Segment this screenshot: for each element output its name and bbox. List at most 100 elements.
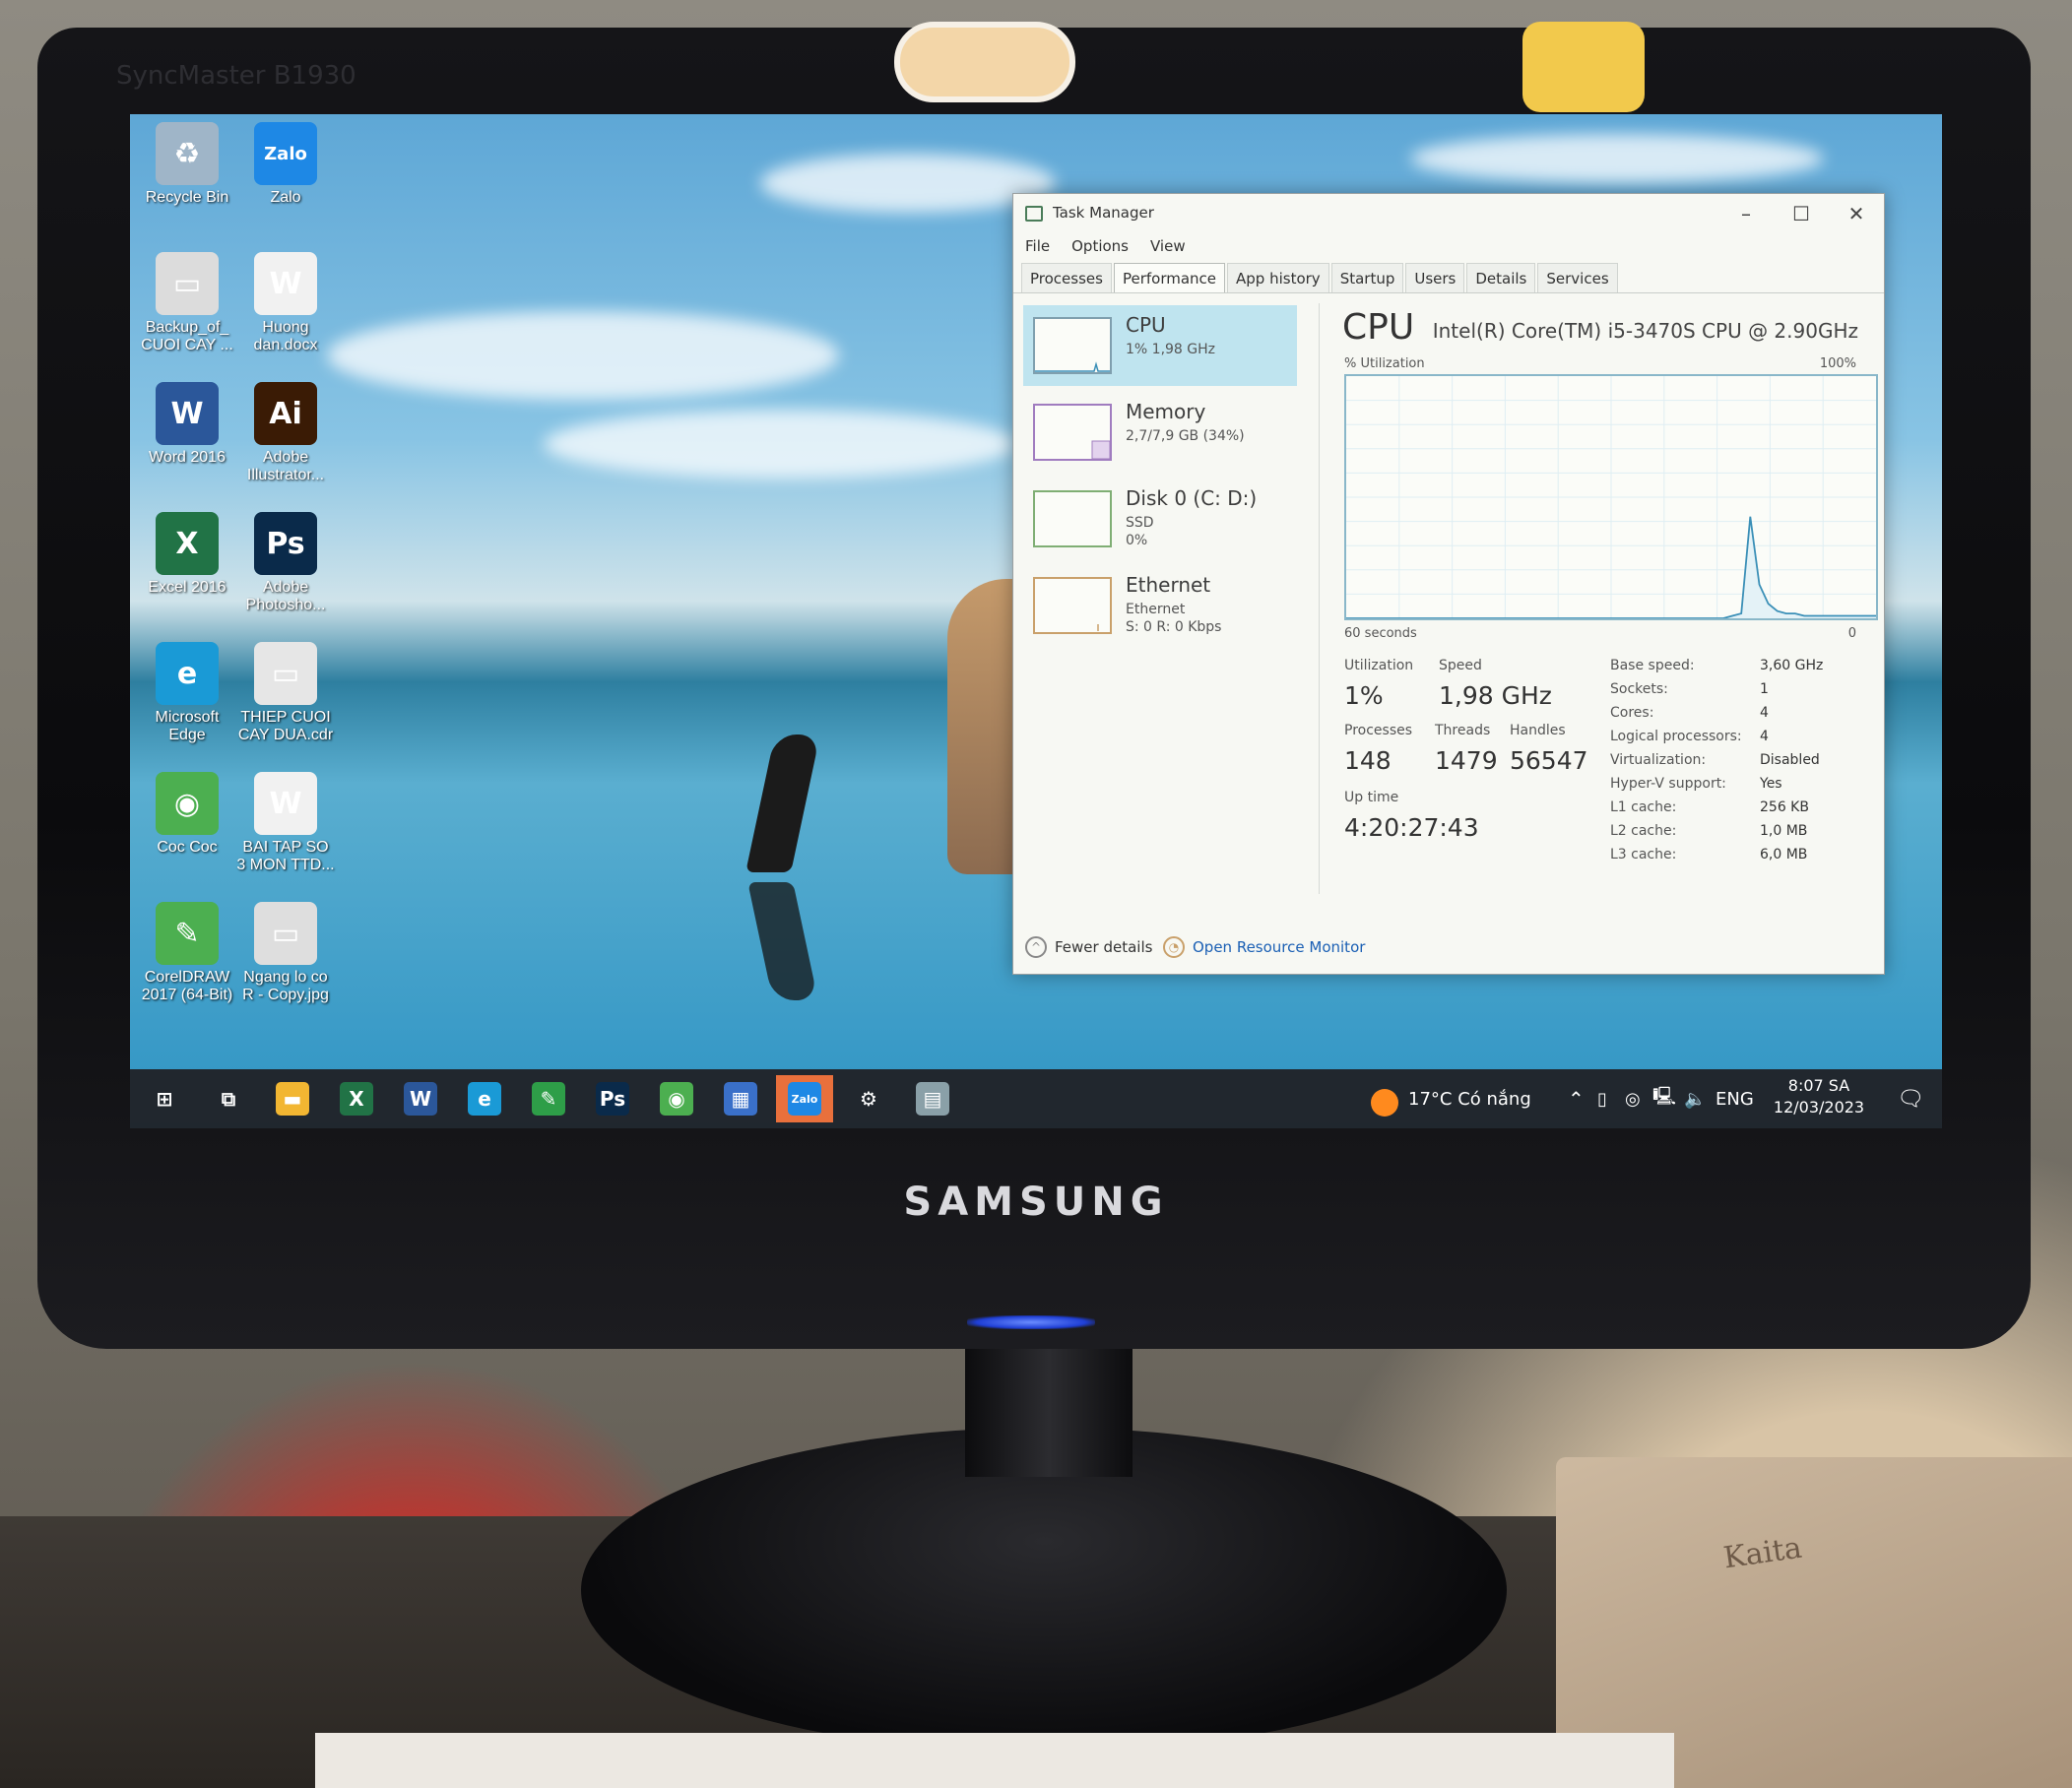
minimize-button[interactable]: – — [1718, 198, 1774, 229]
menu-options[interactable]: Options — [1071, 237, 1129, 255]
spec-label: L2 cache: — [1610, 823, 1677, 839]
desktop-icon-label: CorelDRAW 2017 (64-Bit) — [141, 969, 233, 1003]
sidebar-item-disk[interactable]: Disk 0 (C: D:) SSD 0% — [1023, 479, 1297, 559]
word-doc-icon: W — [254, 772, 317, 835]
monitor-brand: SAMSUNG — [903, 1180, 1169, 1225]
desktop-icon[interactable]: X Excel 2016 — [138, 512, 236, 597]
tab-startup[interactable]: Startup — [1330, 263, 1404, 293]
graph-min-label: 0 — [1847, 626, 1856, 641]
cloud — [760, 154, 1056, 213]
weather-widget[interactable]: 17°C Có nắng — [1408, 1069, 1531, 1128]
file-icon: ▭ — [156, 252, 219, 315]
threads-value: 1479 — [1435, 746, 1498, 775]
spec-value: Disabled — [1760, 752, 1820, 768]
taskbar-button[interactable]: Ps — [584, 1075, 641, 1122]
sidebar-item-ethernet[interactable]: Ethernet Ethernet S: 0 R: 0 Kbps — [1023, 565, 1297, 646]
desktop-icon-label: Microsoft Edge — [155, 709, 220, 743]
sidebar-item-memory[interactable]: Memory 2,7/7,9 GB (34%) — [1023, 392, 1297, 473]
sidebar-item-cpu[interactable]: CPU 1% 1,98 GHz — [1023, 305, 1297, 386]
taskbar-button[interactable]: ◉ — [648, 1075, 705, 1122]
desktop-icon-label: Word 2016 — [149, 449, 226, 466]
desktop-icon[interactable]: W Word 2016 — [138, 382, 236, 467]
notifications-icon[interactable]: 🗨 — [1897, 1069, 1924, 1128]
tablet-icon[interactable]: ▯ — [1597, 1069, 1607, 1128]
desktop-icon[interactable]: ▭ Ngang lo co R - Copy.jpg — [236, 902, 335, 1004]
taskbar-button[interactable]: ⊞ — [136, 1075, 193, 1122]
desktop-icon[interactable]: ♻ Recycle Bin — [138, 122, 236, 207]
taskbar-button[interactable]: X — [328, 1075, 385, 1122]
desktop-icon[interactable]: ▭ THIEP CUOI CAY DUA.cdr — [236, 642, 335, 744]
desktop-icon[interactable]: ◉ Coc Coc — [138, 772, 236, 857]
desktop-icon-label: BAI TAP SO 3 MON TTD... — [236, 839, 335, 873]
menu-bar: File Options View — [1025, 237, 1186, 255]
taskbar-button[interactable]: ⚙ — [840, 1075, 897, 1122]
speed-value: 1,98 GHz — [1439, 681, 1552, 710]
desktop-icon-label: Coc Coc — [157, 839, 218, 856]
camera-icon[interactable]: ◎ — [1625, 1069, 1641, 1128]
taskbar-button[interactable]: Zalo — [776, 1075, 833, 1122]
tab-app-history[interactable]: App history — [1227, 263, 1329, 293]
desktop-icon[interactable]: e Microsoft Edge — [138, 642, 236, 744]
task-manager-window[interactable]: Task Manager – ☐ ✕ File Options View Pro… — [1012, 193, 1885, 975]
graph-label: % Utilization — [1344, 356, 1425, 371]
task-manager-icon: ▤ — [916, 1082, 949, 1116]
coreldraw-icon: ✎ — [532, 1082, 565, 1116]
excel-icon: X — [340, 1082, 373, 1116]
tab-details[interactable]: Details — [1466, 263, 1536, 293]
taskbar: ⊞ ⧉ ▬ X We ✎ Ps ◉ ▦ Zalo ⚙ ▤ 17°C Có nắng ⌃ ▯ ◎ 🖳 🔈… — [130, 1069, 1942, 1128]
spec-value: 256 KB — [1760, 799, 1809, 815]
desktop-icon[interactable]: Ai Adobe Illustrator... — [236, 382, 335, 484]
zalo-icon: Zalo — [788, 1082, 821, 1116]
tab-users[interactable]: Users — [1405, 263, 1465, 293]
desktop-icon[interactable]: Zalo Zalo — [236, 122, 335, 207]
desktop-icon[interactable]: W Huong dan.docx — [236, 252, 335, 354]
tab-services[interactable]: Services — [1537, 263, 1618, 293]
file-explorer-icon: ▬ — [276, 1082, 309, 1116]
resource-monitor-icon: ◔ — [1163, 936, 1185, 958]
taskbar-button[interactable]: ▬ — [264, 1075, 321, 1122]
graph-time-label: 60 seconds — [1344, 626, 1417, 641]
processes-label: Processes — [1344, 723, 1413, 738]
title-bar[interactable]: Task Manager – ☐ ✕ — [1013, 194, 1884, 233]
spec-label: Sockets: — [1610, 681, 1668, 697]
taskbar-button[interactable]: ✎ — [520, 1075, 577, 1122]
resource-sidebar: CPU 1% 1,98 GHz Memory 2,7/7,9 GB (34%) … — [1023, 305, 1297, 652]
taskbar-button[interactable]: W — [392, 1075, 449, 1122]
chevron-up-icon: ^ — [1025, 936, 1047, 958]
open-resource-monitor-link[interactable]: ◔ Open Resource Monitor — [1163, 936, 1365, 958]
power-led — [967, 1315, 1095, 1329]
maximize-button[interactable]: ☐ — [1774, 198, 1829, 229]
graph-max-label: 100% — [1819, 356, 1856, 371]
desktop-icon-label: Recycle Bin — [145, 189, 229, 206]
chevron-up-icon[interactable]: ⌃ — [1568, 1069, 1585, 1128]
language-indicator[interactable]: ENG — [1716, 1069, 1754, 1128]
cloud — [1410, 134, 1824, 183]
desktop-icon[interactable]: ✎ CorelDRAW 2017 (64-Bit) — [138, 902, 236, 1004]
word-doc-icon: W — [254, 252, 317, 315]
taskbar-button[interactable]: ▤ — [904, 1075, 961, 1122]
coreldraw-icon: ✎ — [156, 902, 219, 965]
close-button[interactable]: ✕ — [1829, 198, 1884, 229]
recycle-bin-icon: ♻ — [156, 122, 219, 185]
network-icon[interactable]: 🖳 — [1652, 1069, 1676, 1128]
desktop-icon[interactable]: Ps Adobe Photosho... — [236, 512, 335, 614]
taskbar-button[interactable]: e — [456, 1075, 513, 1122]
tab-processes[interactable]: Processes — [1021, 263, 1112, 293]
desktop-icon-label: Excel 2016 — [148, 579, 227, 596]
volume-icon[interactable]: 🔈 — [1684, 1069, 1706, 1128]
desktop-icon-label: Adobe Illustrator... — [246, 449, 325, 483]
taskbar-button[interactable]: ⧉ — [200, 1075, 257, 1122]
cpu-model: Intel(R) Core(TM) i5-3470S CPU @ 2.90GHz — [1432, 319, 1858, 343]
desktop-icon-label: THIEP CUOI CAY DUA.cdr — [237, 709, 334, 743]
fewer-details-link[interactable]: ^ Fewer details — [1025, 936, 1152, 958]
desktop-icon[interactable]: ▭ Backup_of_ CUOI CAY ... — [138, 252, 236, 354]
desktop-icon[interactable]: W BAI TAP SO 3 MON TTD... — [236, 772, 335, 874]
clock[interactable]: 8:07 SA 12/03/2023 — [1765, 1075, 1873, 1118]
processes-value: 148 — [1344, 746, 1392, 775]
tab-performance[interactable]: Performance — [1113, 263, 1226, 293]
cloud — [544, 410, 1016, 479]
sidebar-item-detail: 1% 1,98 GHz — [1126, 342, 1216, 357]
menu-file[interactable]: File — [1025, 237, 1050, 255]
menu-view[interactable]: View — [1150, 237, 1186, 255]
taskbar-button[interactable]: ▦ — [712, 1075, 769, 1122]
